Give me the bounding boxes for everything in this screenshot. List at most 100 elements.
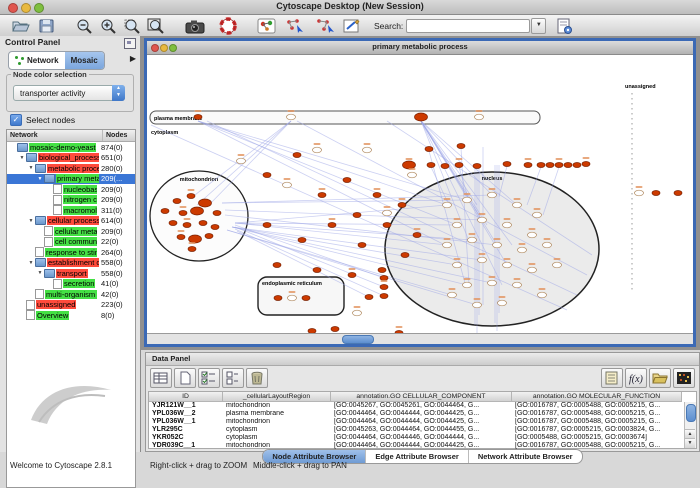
network-node[interactable] <box>328 223 336 228</box>
zoom-fit-icon[interactable] <box>146 17 168 35</box>
network-node[interactable] <box>413 233 421 238</box>
select-tool-icon[interactable] <box>314 17 336 35</box>
tree-row[interactable]: ▼biological_process651(0) <box>7 153 135 164</box>
network-canvas[interactable]: plasma membrane cytoplasm mitochondrion … <box>147 55 693 334</box>
column-header[interactable]: annotation.GO MOLECULAR_FUNCTION <box>512 392 682 402</box>
network-node[interactable] <box>283 182 292 188</box>
disclosure-icon[interactable]: ▼ <box>27 260 35 266</box>
dropdown-stepper-icon[interactable]: ▲▼ <box>112 85 125 101</box>
tree-row[interactable]: ▼transport558(0) <box>7 268 135 279</box>
network-node[interactable] <box>546 163 554 168</box>
network-node[interactable] <box>343 178 351 183</box>
network-node[interactable] <box>448 292 457 298</box>
network-node[interactable] <box>383 223 391 228</box>
network-node[interactable] <box>331 327 339 332</box>
network-node[interactable] <box>503 162 511 167</box>
search-dropdown-icon[interactable]: ▼ <box>531 18 546 34</box>
network-node[interactable] <box>373 193 381 198</box>
disclosure-icon[interactable]: ▼ <box>18 155 26 161</box>
zoom-in-icon[interactable] <box>98 17 120 35</box>
tree-row[interactable]: ▼metabolic process280(0) <box>7 163 135 174</box>
tree-row[interactable]: nucleobase-209(0) <box>7 184 135 195</box>
network-node[interactable] <box>177 235 185 240</box>
network-node[interactable] <box>453 222 462 228</box>
network-node[interactable] <box>652 191 660 196</box>
column-header[interactable]: _cellularLayoutRegion <box>223 392 331 402</box>
network-node[interactable] <box>425 147 433 152</box>
new-attribute-icon[interactable] <box>174 368 196 388</box>
network-node[interactable] <box>453 262 462 268</box>
table-row[interactable]: YPL036W__2plasma membrane[GO:0044464, GO… <box>149 410 696 418</box>
network-node[interactable] <box>478 257 487 263</box>
network-node[interactable] <box>187 194 195 199</box>
network-node[interactable] <box>513 282 522 288</box>
network-node[interactable] <box>302 296 310 301</box>
network-node[interactable] <box>188 247 196 252</box>
delete-attribute-icon[interactable] <box>246 368 268 388</box>
network-node[interactable] <box>503 262 512 268</box>
network-node[interactable] <box>205 234 213 239</box>
network-node[interactable] <box>263 173 271 178</box>
network-node[interactable] <box>473 164 481 169</box>
network-node[interactable] <box>313 268 321 273</box>
matrix-icon[interactable] <box>673 368 695 388</box>
tree-header-nodes[interactable]: Nodes <box>103 130 135 141</box>
network-node[interactable] <box>273 263 281 268</box>
network-node[interactable] <box>380 285 388 290</box>
network-hscrollbar[interactable] <box>147 333 693 344</box>
network-node[interactable] <box>318 193 326 198</box>
network-node[interactable] <box>463 282 472 288</box>
unselect-attributes-icon[interactable] <box>222 368 244 388</box>
table-row[interactable]: YKR052Ccytoplasm[GO:0044464, GO:0044446,… <box>149 434 696 442</box>
network-node[interactable] <box>378 268 386 273</box>
network-node[interactable] <box>363 147 372 153</box>
network-node[interactable] <box>191 207 204 215</box>
tree-row[interactable]: ▼cellular process614(0) <box>7 216 135 227</box>
network-node[interactable] <box>478 217 487 223</box>
tree-row[interactable]: cell communicat22(0) <box>7 237 135 248</box>
network-node[interactable] <box>582 162 590 167</box>
network-node[interactable] <box>528 232 537 238</box>
network-node[interactable] <box>380 276 388 281</box>
network-node[interactable] <box>274 296 282 301</box>
vscroll-thumb[interactable] <box>686 404 696 422</box>
open-file-icon[interactable] <box>10 17 32 35</box>
network-node[interactable] <box>518 247 527 253</box>
disclosure-icon[interactable]: ▼ <box>27 218 35 224</box>
network-node[interactable] <box>538 292 547 298</box>
network-node[interactable] <box>288 295 297 301</box>
network-node[interactable] <box>408 172 417 178</box>
network-node[interactable] <box>353 310 362 316</box>
network-node[interactable] <box>403 161 416 169</box>
network-node[interactable] <box>199 221 207 226</box>
column-header[interactable]: annotation.GO CELLULAR_COMPONENT <box>331 392 512 402</box>
table-row[interactable]: YPL036W__1mitochondrion[GO:0044464, GO:0… <box>149 418 696 426</box>
network-node[interactable] <box>441 164 449 169</box>
network-node[interactable] <box>498 300 507 306</box>
network-node[interactable] <box>473 302 482 308</box>
tab-mosaic[interactable]: Mosaic <box>65 52 104 69</box>
float-panel-icon[interactable] <box>124 38 136 49</box>
network-node[interactable] <box>380 294 388 299</box>
tree-row[interactable]: ▼establishment of lo558(0) <box>7 258 135 269</box>
attribute-grid-icon[interactable] <box>150 368 172 388</box>
formula-fx-icon[interactable]: f(x) <box>625 368 647 388</box>
tree-row[interactable]: Overview8(0) <box>7 310 135 321</box>
tree-row[interactable]: secretion41(0) <box>7 279 135 290</box>
network-node[interactable] <box>383 210 392 216</box>
network-node[interactable] <box>353 213 361 218</box>
network-node[interactable] <box>564 163 572 168</box>
snapshot-icon[interactable] <box>184 17 206 35</box>
network-node[interactable] <box>313 147 322 153</box>
hscroll-thumb[interactable] <box>342 335 374 344</box>
import-attributes-icon[interactable] <box>649 368 671 388</box>
save-session-icon[interactable] <box>36 17 58 35</box>
network-node[interactable] <box>213 211 221 216</box>
disclosure-icon[interactable]: ▼ <box>36 270 44 276</box>
network-view-window[interactable]: primary metabolic process plasma membran… <box>144 38 696 347</box>
network-node[interactable] <box>493 242 502 248</box>
tree-row[interactable]: nitrogen compo209(0) <box>7 195 135 206</box>
column-header[interactable]: ID <box>149 392 223 402</box>
network-node[interactable] <box>488 192 497 198</box>
zoom-selected-icon[interactable] <box>122 17 144 35</box>
